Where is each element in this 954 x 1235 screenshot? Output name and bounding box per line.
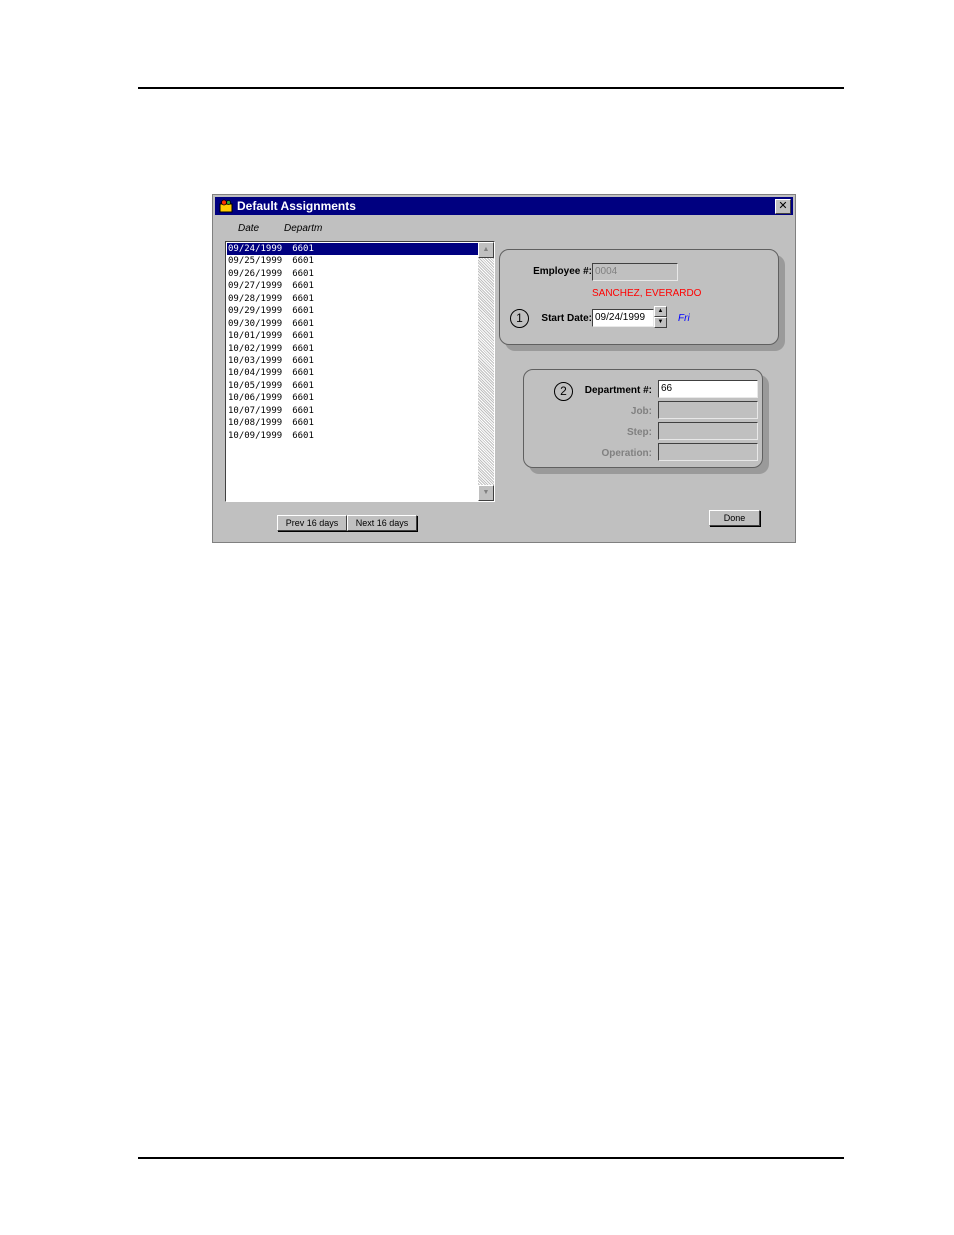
start-date-label: Start Date: [541, 313, 592, 324]
employee-name: SANCHEZ, EVERARDO [592, 288, 702, 299]
list-item[interactable]: 10/02/1999 6601 [227, 343, 478, 355]
page-header-rule [138, 87, 844, 89]
list-item[interactable]: 09/26/1999 6601 [227, 268, 478, 280]
employee-number-field: 0004 [592, 263, 678, 281]
list-item-department: 6601 [292, 244, 314, 254]
list-item-date: 09/24/1999 [228, 244, 283, 254]
employee-panel: Employee #: 0004 SANCHEZ, EVERARDO 1 Sta… [499, 249, 779, 345]
list-item[interactable]: 10/04/1999 6601 [227, 367, 478, 379]
list-item[interactable]: 09/30/1999 6601 [227, 318, 478, 330]
default-assignments-window: Default Assignments ✕ Date Departm 09/24… [212, 194, 796, 543]
list-item-department: 6601 [292, 355, 314, 366]
start-day-name: Fri [678, 313, 690, 324]
prev-16-days-button[interactable]: Prev 16 days [277, 515, 347, 531]
list-item-date: 09/29/1999 [228, 306, 283, 317]
department-input[interactable]: 66 [658, 380, 758, 398]
list-item-date: 09/30/1999 [228, 318, 283, 329]
list-item-department: 6601 [292, 306, 314, 317]
step-1-badge: 1 [510, 309, 529, 328]
column-header-date[interactable]: Date [238, 223, 259, 234]
spinner-up-icon[interactable]: ▲ [654, 306, 667, 317]
app-icon [219, 199, 233, 213]
page-footer-rule [138, 1157, 844, 1159]
close-button[interactable]: ✕ [775, 199, 791, 214]
start-date-input[interactable]: 09/24/1999 [592, 309, 654, 327]
list-item[interactable]: 09/28/1999 6601 [227, 293, 478, 305]
list-item-department: 6601 [292, 331, 314, 342]
spinner-down-icon[interactable]: ▼ [654, 317, 667, 328]
list-item-date: 09/25/1999 [228, 256, 283, 267]
column-header-department[interactable]: Departm [284, 223, 322, 234]
operation-field [658, 443, 758, 461]
list-item[interactable]: 10/05/1999 6601 [227, 380, 478, 392]
list-item[interactable]: 09/25/1999 6601 [227, 255, 478, 267]
list-item-date: 10/07/1999 [228, 405, 283, 416]
list-item-department: 6601 [292, 343, 314, 354]
list-item-department: 6601 [292, 405, 314, 416]
assignment-list[interactable]: 09/24/1999 6601 09/25/1999 6601 09/26/1999 66… [225, 241, 495, 502]
window-title: Default Assignments [237, 199, 356, 213]
list-item[interactable]: 09/29/1999 6601 [227, 305, 478, 317]
job-label: Job: [630, 406, 652, 417]
list-item-date: 10/05/1999 [228, 380, 283, 391]
employee-number-label: Employee #: [533, 266, 592, 277]
list-item-date: 09/26/1999 [228, 268, 283, 279]
step-label: Step: [627, 427, 652, 438]
list-item-date: 09/28/1999 [228, 293, 283, 304]
list-item[interactable]: 10/08/1999 6601 [227, 417, 478, 429]
job-field [658, 401, 758, 419]
list-item-date: 10/04/1999 [228, 368, 283, 379]
list-item-date: 10/08/1999 [228, 418, 283, 429]
list-item-department: 6601 [292, 256, 314, 267]
list-item[interactable]: 09/24/1999 6601 [227, 243, 478, 256]
list-item-department: 6601 [292, 430, 314, 441]
operation-label: Operation: [601, 448, 652, 459]
list-item-date: 10/01/1999 [228, 331, 283, 342]
list-item-department: 6601 [292, 293, 314, 304]
list-scrollbar[interactable]: ▲ ▼ [478, 242, 494, 501]
scroll-down-button[interactable]: ▼ [478, 485, 494, 501]
list-item-date: 10/06/1999 [228, 393, 283, 404]
list-item-department: 6601 [292, 380, 314, 391]
start-date-spinner[interactable]: ▲ ▼ [654, 306, 667, 328]
close-icon: ✕ [778, 199, 788, 212]
next-16-days-button[interactable]: Next 16 days [347, 515, 417, 531]
list-item[interactable]: 09/27/1999 6601 [227, 280, 478, 292]
list-item-date: 10/03/1999 [228, 355, 283, 366]
list-item[interactable]: 10/03/1999 6601 [227, 355, 478, 367]
list-item-date: 10/09/1999 [228, 430, 283, 441]
list-item[interactable]: 10/01/1999 6601 [227, 330, 478, 342]
list-item-department: 6601 [292, 318, 314, 329]
list-item-department: 6601 [292, 418, 314, 429]
list-item[interactable]: 10/06/1999 6601 [227, 392, 478, 404]
list-item-department: 6601 [292, 368, 314, 379]
department-label: Department #: [584, 385, 652, 396]
list-item-date: 09/27/1999 [228, 281, 283, 292]
step-field [658, 422, 758, 440]
list-item-department: 6601 [292, 281, 314, 292]
list-item-date: 10/02/1999 [228, 343, 283, 354]
done-button[interactable]: Done [709, 510, 760, 526]
assignment-panel: 2 Department #: 66 Job: Step: Operation: [523, 369, 763, 468]
scroll-up-button[interactable]: ▲ [478, 242, 494, 258]
list-item[interactable]: 10/07/1999 6601 [227, 405, 478, 417]
list-item[interactable]: 10/09/1999 6601 [227, 430, 478, 442]
list-item-department: 6601 [292, 268, 314, 279]
list-item-department: 6601 [292, 393, 314, 404]
assignment-rows: 09/24/1999 6601 09/25/1999 6601 09/26/1999 66… [227, 243, 478, 442]
title-bar[interactable]: Default Assignments ✕ [215, 197, 793, 215]
